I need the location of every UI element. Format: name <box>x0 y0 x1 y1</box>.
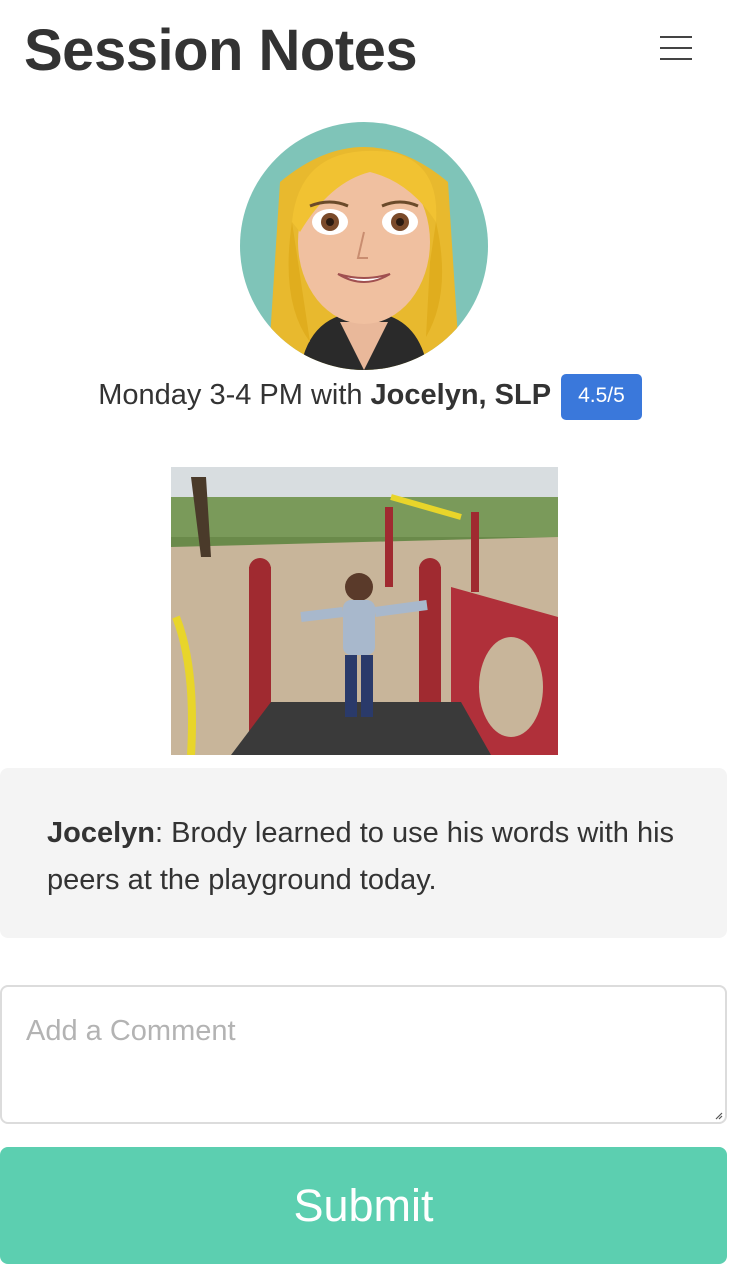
resize-grip-icon[interactable] <box>715 1112 723 1120</box>
note-separator: : <box>155 817 164 849</box>
session-notes-page: Session Notes Monday 3-4 PM with Jocelyn… <box>0 0 740 1270</box>
session-note: Jocelyn: Brody learned to use his words … <box>0 768 727 938</box>
therapist-name: Jocelyn, SLP <box>370 379 552 411</box>
session-photo <box>171 467 558 755</box>
page-title: Session Notes <box>24 18 418 83</box>
submit-button[interactable]: Submit <box>0 1147 727 1264</box>
note-author: Jocelyn <box>47 817 155 849</box>
comment-input[interactable] <box>0 985 727 1124</box>
menu-button[interactable] <box>652 26 700 70</box>
session-info: Monday 3-4 PM with Jocelyn, SLP 4.5/5 <box>0 372 740 420</box>
rating-badge: 4.5/5 <box>561 374 642 420</box>
therapist-avatar <box>240 122 488 370</box>
session-time: Monday 3-4 PM with <box>98 379 363 411</box>
hamburger-menu-icon[interactable] <box>652 26 700 70</box>
